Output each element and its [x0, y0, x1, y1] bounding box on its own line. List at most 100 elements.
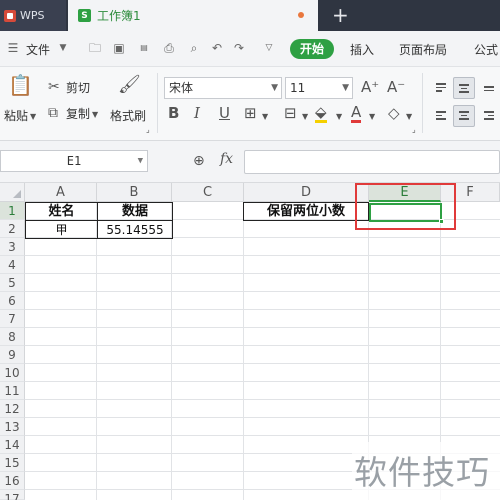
font-size-select[interactable]: 11 ▼: [285, 77, 353, 99]
merge-dropdown-icon[interactable]: ▼: [302, 109, 308, 125]
chevron-down-icon[interactable]: ▼: [56, 41, 70, 55]
tab-wps-label: WPS: [20, 9, 45, 22]
cell-a1[interactable]: 姓名: [25, 202, 98, 221]
formula-input[interactable]: [244, 150, 500, 174]
format-painter-icon[interactable]: 🖌: [118, 76, 141, 94]
italic-icon[interactable]: I: [194, 105, 200, 121]
cell-b1[interactable]: 数据: [97, 202, 173, 221]
row-header-13[interactable]: 13: [0, 418, 25, 436]
font-size-value: 11: [290, 81, 306, 95]
watermark-text: 软件技巧: [354, 453, 490, 492]
font-launcher-icon[interactable]: ⌟: [412, 122, 416, 138]
tab-wps-home[interactable]: WPS: [0, 0, 66, 31]
align-center-button[interactable]: [453, 105, 475, 127]
cut-button[interactable]: 剪切: [66, 79, 90, 96]
undo-icon[interactable]: ↶: [210, 41, 224, 55]
menu-formula[interactable]: 公式: [474, 41, 498, 58]
paste-icon[interactable]: 📋: [8, 75, 33, 99]
menu-start[interactable]: 开始: [290, 39, 334, 59]
increase-font-icon[interactable]: A⁺: [361, 79, 379, 95]
save-icon[interactable]: ▣: [112, 41, 126, 55]
align-top-icon: [436, 83, 446, 94]
print-icon[interactable]: ⎙: [162, 41, 176, 55]
row-header-10[interactable]: 10: [0, 364, 25, 382]
formula-bar: E1 ▼ ⊕ fx: [0, 141, 500, 183]
align-middle-button[interactable]: [453, 77, 475, 99]
merge-cells-icon[interactable]: ⊟: [284, 105, 297, 121]
align-bottom-button[interactable]: [478, 77, 500, 99]
row-header-7[interactable]: 7: [0, 310, 25, 328]
paste-dropdown-icon[interactable]: ▼: [30, 109, 36, 125]
row-header-5[interactable]: 5: [0, 274, 25, 292]
font-name-select[interactable]: 宋体 ▼: [164, 77, 282, 99]
row-header-3[interactable]: 3: [0, 238, 25, 256]
align-right-button[interactable]: [478, 105, 500, 127]
row-header-4[interactable]: 4: [0, 256, 25, 274]
zoom-search-icon[interactable]: ⊕: [193, 153, 205, 169]
menu-page-layout[interactable]: 页面布局: [399, 41, 447, 58]
scissors-icon[interactable]: ✂: [48, 79, 60, 95]
borders-dropdown-icon[interactable]: ▼: [262, 109, 268, 125]
row-header-12[interactable]: 12: [0, 400, 25, 418]
cell-a2[interactable]: 甲: [25, 220, 98, 239]
print-preview-icon[interactable]: ⌕: [187, 41, 201, 55]
gridline: [25, 345, 500, 346]
paste-button[interactable]: 粘贴: [4, 107, 28, 124]
cell-d1[interactable]: 保留两位小数: [243, 202, 369, 221]
column-header-c[interactable]: C: [172, 183, 244, 202]
fill-color-dropdown-icon[interactable]: ▼: [336, 109, 342, 125]
gridline: [171, 202, 172, 500]
decrease-font-icon[interactable]: A⁻: [387, 79, 405, 95]
menu-file[interactable]: 文件: [26, 41, 50, 58]
align-left-button[interactable]: [430, 105, 452, 127]
font-color-dropdown-icon[interactable]: ▼: [369, 109, 375, 125]
row-header-2[interactable]: 2: [0, 220, 25, 238]
font-color-icon[interactable]: A: [351, 104, 362, 123]
redo-icon[interactable]: ↷: [232, 41, 246, 55]
select-all-corner[interactable]: [0, 183, 25, 202]
row-header-11[interactable]: 11: [0, 382, 25, 400]
underline-icon[interactable]: U: [219, 105, 230, 121]
open-folder-icon[interactable]: 🗀: [88, 41, 102, 55]
gridline: [25, 435, 500, 436]
align-top-button[interactable]: [430, 77, 452, 99]
gridline: [243, 202, 244, 500]
column-header-a[interactable]: A: [25, 183, 97, 202]
tab-document[interactable]: S 工作簿1: [68, 0, 318, 31]
clipboard-launcher-icon[interactable]: ⌟: [146, 122, 150, 138]
export-pdf-icon[interactable]: ▤: [137, 41, 151, 55]
row-header-16[interactable]: 16: [0, 472, 25, 490]
bold-icon[interactable]: B: [168, 105, 179, 121]
fill-color-icon[interactable]: ⬙: [315, 104, 327, 123]
insert-function-icon[interactable]: fx: [220, 151, 233, 167]
copy-icon[interactable]: ⧉: [48, 105, 58, 121]
gridline: [96, 202, 97, 500]
row-header-1[interactable]: 1: [0, 202, 25, 220]
row-header-6[interactable]: 6: [0, 292, 25, 310]
new-tab-plus-icon[interactable]: +: [332, 3, 349, 27]
gridline: [25, 273, 500, 274]
menu-bar: ☰ 文件 ▼ 🗀 ▣ ▤ ⎙ ⌕ ↶ ↷ ▽ 开始 插入 页面布局 公式: [0, 31, 500, 67]
copy-dropdown-icon[interactable]: ▼: [92, 107, 98, 123]
borders-icon[interactable]: ⊞: [244, 105, 257, 121]
column-header-b[interactable]: B: [97, 183, 172, 202]
title-bar: WPS S 工作簿1 +: [0, 0, 500, 31]
cell-b2[interactable]: 55.14555: [97, 220, 173, 239]
name-box[interactable]: E1 ▼: [0, 150, 148, 172]
chevron-down-icon: ▼: [342, 83, 349, 93]
format-painter-button[interactable]: 格式刷: [110, 107, 146, 124]
font-name-value: 宋体: [169, 81, 194, 95]
row-header-15[interactable]: 15: [0, 454, 25, 472]
menu-insert[interactable]: 插入: [350, 41, 374, 58]
row-header-14[interactable]: 14: [0, 436, 25, 454]
gridline: [25, 363, 500, 364]
column-header-d[interactable]: D: [244, 183, 369, 202]
hamburger-menu-icon[interactable]: ☰: [6, 41, 20, 55]
ribbon-separator: [422, 73, 423, 133]
row-header-8[interactable]: 8: [0, 328, 25, 346]
copy-button[interactable]: 复制: [66, 105, 90, 122]
row-header-17[interactable]: 17: [0, 490, 25, 500]
clear-format-icon[interactable]: ◇: [388, 105, 400, 121]
customize-dropdown-icon[interactable]: ▽: [262, 41, 276, 55]
row-header-9[interactable]: 9: [0, 346, 25, 364]
